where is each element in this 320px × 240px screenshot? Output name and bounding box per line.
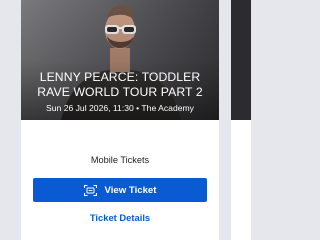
ticket-type-label: Mobile Tickets	[90, 155, 150, 165]
next-ticket-card-peek[interactable]	[231, 0, 251, 240]
event-hero-image: LENNY PEARCE: TODDLER RAVE WORLD TOUR PA…	[21, 0, 219, 120]
ticket-scan-icon	[83, 184, 97, 196]
event-date-time: Sun 26 Jul 2026, 11:30	[46, 103, 134, 113]
event-ticket-card[interactable]: LENNY PEARCE: TODDLER RAVE WORLD TOUR PA…	[21, 0, 219, 240]
view-ticket-label: View Ticket	[104, 184, 157, 196]
event-meta: Sun 26 Jul 2026, 11:30 • The Academy	[23, 103, 217, 114]
ticket-details-link[interactable]: Ticket Details	[21, 212, 219, 223]
event-venue: The Academy	[141, 103, 194, 113]
view-ticket-button[interactable]: View Ticket	[33, 178, 207, 202]
meta-separator: •	[136, 103, 140, 113]
performer-photo	[21, 0, 219, 120]
event-title: LENNY PEARCE: TODDLER RAVE WORLD TOUR PA…	[37, 70, 203, 99]
next-ticket-hero	[231, 0, 251, 120]
